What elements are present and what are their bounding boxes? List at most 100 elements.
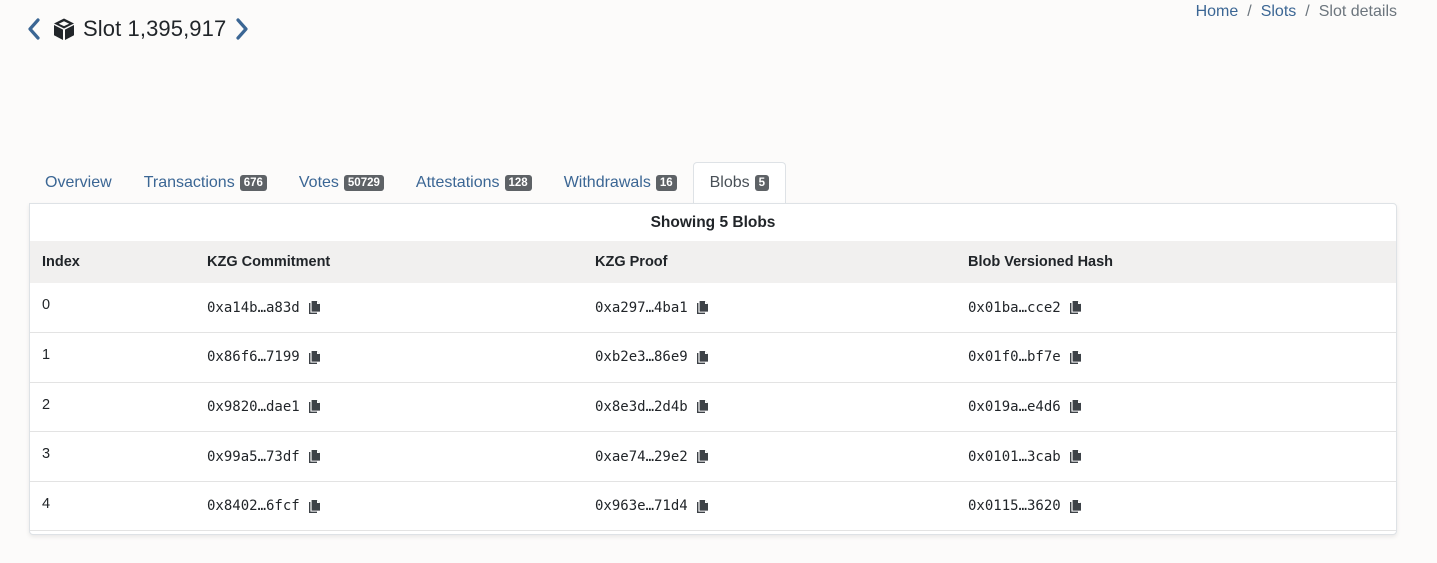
breadcrumb-slots-link[interactable]: Slots <box>1261 3 1297 21</box>
tab-label: Overview <box>45 174 112 191</box>
kzg-proof-text: 0xb2e3…86e9 <box>595 349 688 366</box>
cube-icon <box>52 17 76 41</box>
blobs-table-body: 0 0xa14b…a83d 0xa297…4ba1 0x01ba…cce2 1 0x86f… <box>30 283 1396 531</box>
column-header-kzg-proof: KZG Proof <box>595 254 668 270</box>
copy-icon[interactable] <box>1069 499 1082 514</box>
kzg-commitment-value: 0xa14b…a83d <box>207 300 321 316</box>
kzg-proof-value: 0x8e3d…2d4b <box>595 399 709 415</box>
slot-details-page: Slot 1,395,917 Home / Slots / Slot detai… <box>0 0 1437 563</box>
kzg-commitment-text: 0x9820…dae1 <box>207 398 300 415</box>
blob-versioned-hash-text: 0x01ba…cce2 <box>968 299 1061 316</box>
copy-icon[interactable] <box>696 399 709 414</box>
blobs-table: Index KZG Commitment KZG Proof Blob Vers… <box>30 241 1396 531</box>
kzg-proof-cell: 0x963e…71d4 <box>583 481 956 531</box>
breadcrumb-current: Slot details <box>1318 3 1397 20</box>
blob-versioned-hash-cell: 0x01ba…cce2 <box>956 283 1396 333</box>
blobs-heading: Showing 5 Blobs <box>650 213 776 231</box>
blob-versioned-hash-text: 0x019a…e4d6 <box>968 398 1061 415</box>
breadcrumb: Home / Slots / Slot details <box>1196 2 1397 22</box>
tab-withdrawals[interactable]: Withdrawals 16 <box>548 163 693 203</box>
blob-versioned-hash-value: 0x019a…e4d6 <box>968 399 1082 415</box>
blob-index: 2 <box>42 396 51 413</box>
tab-overview[interactable]: Overview <box>29 163 128 203</box>
blob-versioned-hash-text: 0x0115…3620 <box>968 498 1061 515</box>
blob-versioned-hash-cell: 0x019a…e4d6 <box>956 382 1396 432</box>
column-header-kzg-commitment: KZG Commitment <box>207 254 331 270</box>
copy-icon[interactable] <box>308 399 321 414</box>
column-header-index: Index <box>42 254 80 270</box>
copy-icon[interactable] <box>308 300 321 315</box>
chevron-right-icon[interactable] <box>234 18 250 40</box>
blob-index: 0 <box>42 297 51 313</box>
kzg-commitment-value: 0x8402…6fcf <box>207 498 321 514</box>
kzg-commitment-value: 0x86f6…7199 <box>207 349 321 365</box>
tab-transactions[interactable]: Transactions 676 <box>128 163 283 203</box>
blob-index: 4 <box>42 495 51 512</box>
breadcrumb-separator: / <box>1247 3 1252 20</box>
breadcrumb-home-link[interactable]: Home <box>1196 3 1239 21</box>
kzg-commitment-value: 0x9820…dae1 <box>207 399 321 415</box>
kzg-commitment-cell: 0x99a5…73df <box>195 432 583 482</box>
kzg-proof-text: 0x8e3d…2d4b <box>595 398 688 415</box>
tab-label: Transactions <box>143 174 235 191</box>
copy-icon[interactable] <box>1069 350 1082 365</box>
table-row: 1 0x86f6…7199 0xb2e3…86e9 0x01f0…bf7e <box>30 333 1396 383</box>
blob-versioned-hash-value: 0x01ba…cce2 <box>968 300 1082 316</box>
kzg-proof-text: 0x963e…71d4 <box>595 498 688 515</box>
kzg-proof-text: 0xae74…29e2 <box>595 448 688 465</box>
blob-versioned-hash-value: 0x01f0…bf7e <box>968 349 1082 365</box>
blob-versioned-hash-text: 0x01f0…bf7e <box>968 349 1061 366</box>
tab-attestations[interactable]: Attestations 128 <box>400 163 548 203</box>
tab-label: Blobs <box>709 174 750 191</box>
table-header-row: Index KZG Commitment KZG Proof Blob Vers… <box>30 241 1396 283</box>
breadcrumb-separator: / <box>1305 3 1310 20</box>
count-badge: 50729 <box>343 175 384 191</box>
blob-versioned-hash-cell: 0x01f0…bf7e <box>956 333 1396 383</box>
kzg-proof-value: 0xa297…4ba1 <box>595 300 709 316</box>
tab-label: Withdrawals <box>563 174 651 191</box>
copy-icon[interactable] <box>308 449 321 464</box>
blob-versioned-hash-value: 0x0115…3620 <box>968 498 1082 514</box>
chevron-left-icon[interactable] <box>26 18 42 40</box>
kzg-proof-value: 0xae74…29e2 <box>595 449 709 465</box>
kzg-commitment-cell: 0x86f6…7199 <box>195 333 583 383</box>
copy-icon[interactable] <box>1069 399 1082 414</box>
copy-icon[interactable] <box>1069 300 1082 315</box>
copy-icon[interactable] <box>696 449 709 464</box>
blob-versioned-hash-cell: 0x0101…3cab <box>956 432 1396 482</box>
tab-votes[interactable]: Votes 50729 <box>283 163 400 203</box>
kzg-proof-cell: 0xa297…4ba1 <box>583 283 956 333</box>
kzg-commitment-value: 0x99a5…73df <box>207 449 321 465</box>
copy-icon[interactable] <box>696 300 709 315</box>
kzg-proof-cell: 0xae74…29e2 <box>583 432 956 482</box>
kzg-proof-value: 0x963e…71d4 <box>595 498 709 514</box>
blobs-card: Showing 5 Blobs Index KZG Commitment KZG… <box>29 203 1397 535</box>
tab-blobs[interactable]: Blobs 5 <box>692 162 787 204</box>
table-row: 3 0x99a5…73df 0xae74…29e2 0x0101…3cab <box>30 432 1396 482</box>
column-header-blob-versioned-hash: Blob Versioned Hash <box>968 254 1114 270</box>
kzg-proof-cell: 0xb2e3…86e9 <box>583 333 956 383</box>
kzg-commitment-text: 0x99a5…73df <box>207 448 300 465</box>
tab-bar: Overview Transactions 676 Votes 50729 At… <box>29 162 787 204</box>
count-badge: 5 <box>754 175 770 191</box>
kzg-proof-value: 0xb2e3…86e9 <box>595 349 709 365</box>
blob-index: 1 <box>42 347 51 364</box>
copy-icon[interactable] <box>308 350 321 365</box>
table-row: 4 0x8402…6fcf 0x963e…71d4 0x0115…3620 <box>30 481 1396 531</box>
kzg-commitment-text: 0x86f6…7199 <box>207 349 300 366</box>
copy-icon[interactable] <box>1069 449 1082 464</box>
kzg-commitment-cell: 0xa14b…a83d <box>195 283 583 333</box>
blob-versioned-hash-value: 0x0101…3cab <box>968 449 1082 465</box>
page-header: Slot 1,395,917 <box>26 14 250 44</box>
kzg-commitment-cell: 0x8402…6fcf <box>195 481 583 531</box>
page-title: Slot 1,395,917 <box>83 16 227 41</box>
count-badge: 16 <box>655 175 677 191</box>
count-badge: 676 <box>239 175 267 191</box>
tab-label: Attestations <box>415 174 500 191</box>
kzg-proof-cell: 0x8e3d…2d4b <box>583 382 956 432</box>
copy-icon[interactable] <box>696 499 709 514</box>
table-row: 0 0xa14b…a83d 0xa297…4ba1 0x01ba…cce2 <box>30 283 1396 333</box>
copy-icon[interactable] <box>308 499 321 514</box>
count-badge: 128 <box>504 175 532 191</box>
copy-icon[interactable] <box>696 350 709 365</box>
